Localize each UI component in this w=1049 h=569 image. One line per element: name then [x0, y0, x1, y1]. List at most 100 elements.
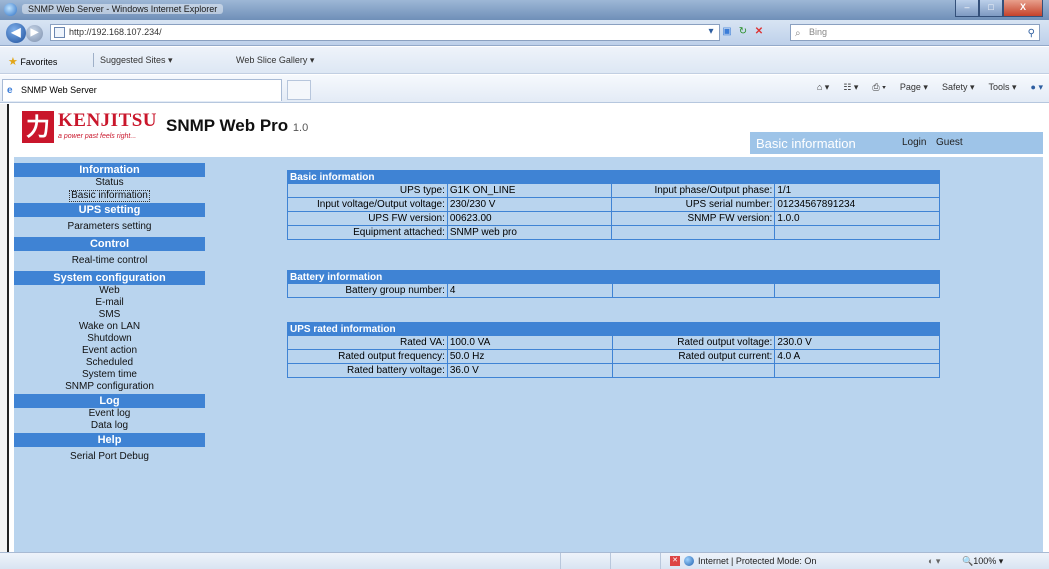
ie-app-icon: [4, 3, 17, 16]
row-value: 100.0 VA: [446, 335, 613, 350]
web-slice-gallery-link[interactable]: Web Slice Gallery ▾: [236, 55, 314, 66]
globe-icon: [684, 556, 694, 566]
sidebar-section-information: Information: [14, 163, 205, 177]
protected-mode-icon[interactable]: ◐ ▾: [928, 556, 940, 567]
sidebar-item-shutdown[interactable]: Shutdown: [14, 333, 205, 345]
zoom-value: 100%: [973, 556, 997, 566]
address-tools: ▾ ▣ ↻ ✕: [704, 25, 766, 39]
table-row: Input voltage/Output voltage: 230/230 V …: [287, 197, 940, 212]
compatibility-icon[interactable]: ▣: [720, 25, 734, 39]
tools-menu[interactable]: Tools ▾: [989, 82, 1017, 93]
star-icon: ★: [8, 56, 18, 68]
page-menu[interactable]: Page ▾: [900, 82, 928, 93]
sidebar-item-basic-information[interactable]: Basic information: [69, 190, 150, 202]
new-tab-button[interactable]: [287, 80, 311, 100]
row-value: 00623.00: [446, 211, 613, 226]
command-bar: ⌂ ▾ ☷ ▾ ⎙ ▾ Page ▾ Safety ▾ Tools ▾ ● ▾: [817, 82, 1043, 93]
sidebar-section-log: Log: [14, 394, 205, 408]
sidebar-item-status[interactable]: Status: [14, 177, 205, 189]
maximize-button[interactable]: □: [979, 0, 1003, 17]
row-value: 50.0 Hz: [446, 349, 613, 364]
table-title: UPS rated information: [287, 322, 940, 336]
row-value: [774, 283, 940, 298]
favorites-button[interactable]: ★ Favorites: [8, 55, 57, 68]
sidebar-section-ups-setting: UPS setting: [14, 203, 205, 217]
login-link[interactable]: Login: [902, 137, 926, 148]
sidebar-item-wake-on-lan[interactable]: Wake on LAN: [14, 321, 205, 333]
security-zone[interactable]: ✕ Internet | Protected Mode: On: [670, 556, 816, 566]
sidebar-item-snmp-configuration[interactable]: SNMP configuration: [14, 381, 205, 393]
section-title: Basic information: [756, 136, 856, 151]
sidebar-item-parameters-setting[interactable]: Parameters setting: [14, 221, 205, 233]
row-label: Rated output current:: [611, 349, 776, 364]
tab-snmp-web-server[interactable]: e SNMP Web Server: [2, 79, 282, 101]
sidebar-item-data-log[interactable]: Data log: [14, 420, 205, 432]
table-title: Battery information: [287, 270, 940, 284]
url-text: http://192.168.107.234/: [69, 27, 162, 37]
print-icon[interactable]: ⎙ ▾: [872, 82, 885, 93]
row-value: 1/1: [774, 183, 940, 198]
header-band: Basic information Login Guest: [750, 132, 1043, 154]
sidebar-item-web[interactable]: Web: [14, 285, 205, 297]
sidebar-item-real-time-control[interactable]: Real-time control: [14, 255, 205, 267]
window-controls: – □ X: [955, 0, 1043, 17]
row-value: SNMP web pro: [446, 225, 613, 240]
url-input[interactable]: http://192.168.107.234/: [50, 24, 720, 41]
row-label: Rated output voltage:: [611, 335, 776, 350]
row-label: Equipment attached:: [287, 225, 448, 240]
minimize-button[interactable]: –: [955, 0, 979, 17]
main-content: Basic information UPS type: G1K ON_LINE …: [205, 157, 1043, 552]
favorites-bar: ★ Favorites Suggested Sites ▾ Web Slice …: [0, 47, 1049, 74]
sidebar-item-event-action[interactable]: Event action: [14, 345, 205, 357]
row-value: 36.0 V: [446, 363, 613, 378]
ie-tab-icon: e: [7, 85, 13, 96]
dropdown-icon[interactable]: ▾: [704, 25, 718, 39]
page-header: 力 KENJITSU a power past feels right... S…: [14, 104, 1043, 154]
sidebar-item-sms[interactable]: SMS: [14, 309, 205, 321]
sidebar-section-system-configuration: System configuration: [14, 271, 205, 285]
divider: [660, 553, 661, 569]
row-label: SNMP FW version:: [611, 211, 776, 226]
search-go-icon[interactable]: ⚲: [1028, 26, 1035, 41]
home-icon[interactable]: ⌂ ▾: [817, 82, 829, 93]
battery-information-table: Battery information Battery group number…: [287, 270, 940, 298]
logo-tagline: a power past feels right...: [58, 133, 137, 140]
feeds-icon[interactable]: ☷ ▾: [843, 82, 858, 93]
sidebar-item-scheduled[interactable]: Scheduled: [14, 357, 205, 369]
sidebar-item-event-log[interactable]: Event log: [14, 408, 205, 420]
safety-menu[interactable]: Safety ▾: [942, 82, 975, 93]
sidebar-item-system-time[interactable]: System time: [14, 369, 205, 381]
table-row: UPS FW version: 00623.00 SNMP FW version…: [287, 211, 940, 226]
help-icon[interactable]: ● ▾: [1031, 82, 1043, 93]
sidebar-item-serial-port-debug[interactable]: Serial Port Debug: [14, 451, 205, 463]
table-row: Equipment attached: SNMP web pro: [287, 225, 940, 240]
suggested-sites-link[interactable]: Suggested Sites ▾: [100, 55, 173, 66]
row-label: Input voltage/Output voltage:: [287, 197, 448, 212]
row-value: 1.0.0: [774, 211, 940, 226]
forward-button[interactable]: ▶: [26, 25, 43, 42]
table-row: Rated VA: 100.0 VA Rated output voltage:…: [287, 335, 940, 350]
sidebar-item-email[interactable]: E-mail: [14, 297, 205, 309]
table-row: UPS type: G1K ON_LINE Input phase/Output…: [287, 183, 940, 198]
address-bar: ◀ ▶ http://192.168.107.234/ ▾ ▣ ↻ ✕ ⌕ Bi…: [0, 20, 1049, 46]
zoom-level[interactable]: 🔍100% ▾: [962, 556, 1003, 567]
search-input[interactable]: ⌕ Bing ⚲: [790, 24, 1040, 41]
window-left-edge: [0, 104, 9, 552]
refresh-icon[interactable]: ↻: [736, 25, 750, 39]
divider: [610, 553, 611, 569]
stop-icon[interactable]: ✕: [752, 25, 766, 39]
table-title: Basic information: [287, 170, 940, 184]
window-right-edge: [1043, 104, 1049, 552]
status-bar: ✕ Internet | Protected Mode: On ◐ ▾ 🔍100…: [0, 552, 1049, 569]
search-icon: ⌕: [795, 28, 801, 39]
divider: [560, 553, 561, 569]
sidebar-section-help: Help: [14, 433, 205, 447]
row-value: G1K ON_LINE: [446, 183, 613, 198]
close-button[interactable]: X: [1003, 0, 1043, 17]
window-title: SNMP Web Server - Windows Internet Explo…: [22, 4, 224, 14]
table-row: Battery group number: 4: [287, 283, 940, 298]
row-label: UPS FW version:: [287, 211, 448, 226]
product-version: 1.0: [292, 122, 309, 134]
back-button[interactable]: ◀: [6, 23, 26, 43]
row-label: [611, 283, 776, 298]
